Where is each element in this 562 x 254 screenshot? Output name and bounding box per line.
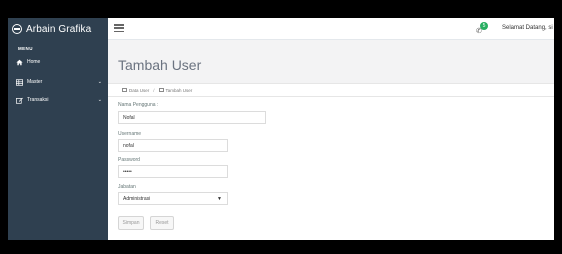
table-icon bbox=[16, 78, 23, 86]
page-title: Tambah User bbox=[118, 57, 202, 73]
brand[interactable]: Arbain Grafika bbox=[8, 18, 108, 40]
header: ✆ 5 Selamat Datang, si bbox=[108, 18, 554, 40]
jabatan-value: Administrasi bbox=[123, 195, 151, 202]
caret-down-icon: ▼ bbox=[217, 196, 222, 202]
password-value: ••••• bbox=[123, 168, 132, 175]
reset-button[interactable]: Reset bbox=[150, 216, 174, 230]
menu-title: MENU bbox=[18, 46, 33, 51]
edit-icon bbox=[16, 97, 23, 104]
notification-badge: 5 bbox=[480, 22, 488, 30]
username-input[interactable]: nofal bbox=[118, 139, 228, 152]
main-content: Tambah User Data User / Tambah User Nama… bbox=[108, 40, 554, 240]
sidebar-item-master[interactable]: Master ⌄ bbox=[16, 77, 102, 87]
sidebar-item-home[interactable]: Home bbox=[16, 57, 102, 67]
brand-name: Arbain Grafika bbox=[26, 23, 92, 35]
breadcrumb-separator: / bbox=[153, 87, 155, 93]
nama-pengguna-input[interactable]: Nofal bbox=[118, 111, 266, 124]
username-value: nofal bbox=[123, 142, 134, 149]
breadcrumb-link-data-user[interactable]: Data User bbox=[129, 88, 149, 93]
sidebar-item-transaksi[interactable]: Transaksi ⌄ bbox=[16, 95, 102, 105]
home-icon bbox=[16, 59, 23, 66]
chevron-down-icon: ⌄ bbox=[97, 97, 102, 103]
sidebar-item-label: Master bbox=[27, 79, 43, 85]
jabatan-label: Jabatan bbox=[118, 184, 136, 190]
menu-toggle-icon[interactable] bbox=[114, 24, 124, 32]
chevron-down-icon: ⌄ bbox=[97, 79, 102, 85]
top-bar: Arbain Grafika ✆ 5 Selamat Datang, si bbox=[8, 18, 554, 40]
nama-pengguna-label: Nama Pengguna : bbox=[118, 102, 159, 108]
notification-button[interactable]: ✆ 5 bbox=[476, 22, 490, 36]
jabatan-select[interactable]: Administrasi ▼ bbox=[118, 192, 228, 205]
password-input[interactable]: ••••• bbox=[118, 165, 228, 178]
table-icon bbox=[158, 88, 164, 92]
app-window: Arbain Grafika ✆ 5 Selamat Datang, si ME… bbox=[8, 18, 554, 240]
breadcrumb: Data User / Tambah User bbox=[108, 83, 554, 97]
globe-icon bbox=[12, 24, 22, 34]
welcome-text[interactable]: Selamat Datang, si bbox=[502, 25, 553, 31]
sidebar-item-label: Home bbox=[27, 59, 41, 65]
username-label: Username bbox=[118, 131, 142, 137]
sidebar-item-label: Transaksi bbox=[27, 97, 49, 103]
breadcrumb-current: Tambah User bbox=[165, 87, 193, 93]
add-user-form: Nama Pengguna : Nofal Username nofal Pas… bbox=[108, 97, 554, 240]
table-icon bbox=[122, 88, 127, 92]
sidebar: MENU Home Master ⌄ Transaksi ⌄ bbox=[8, 40, 108, 240]
nama-pengguna-value: Nofal bbox=[123, 114, 135, 121]
password-label: Password bbox=[118, 157, 140, 163]
simpan-button[interactable]: Simpan bbox=[118, 216, 144, 230]
